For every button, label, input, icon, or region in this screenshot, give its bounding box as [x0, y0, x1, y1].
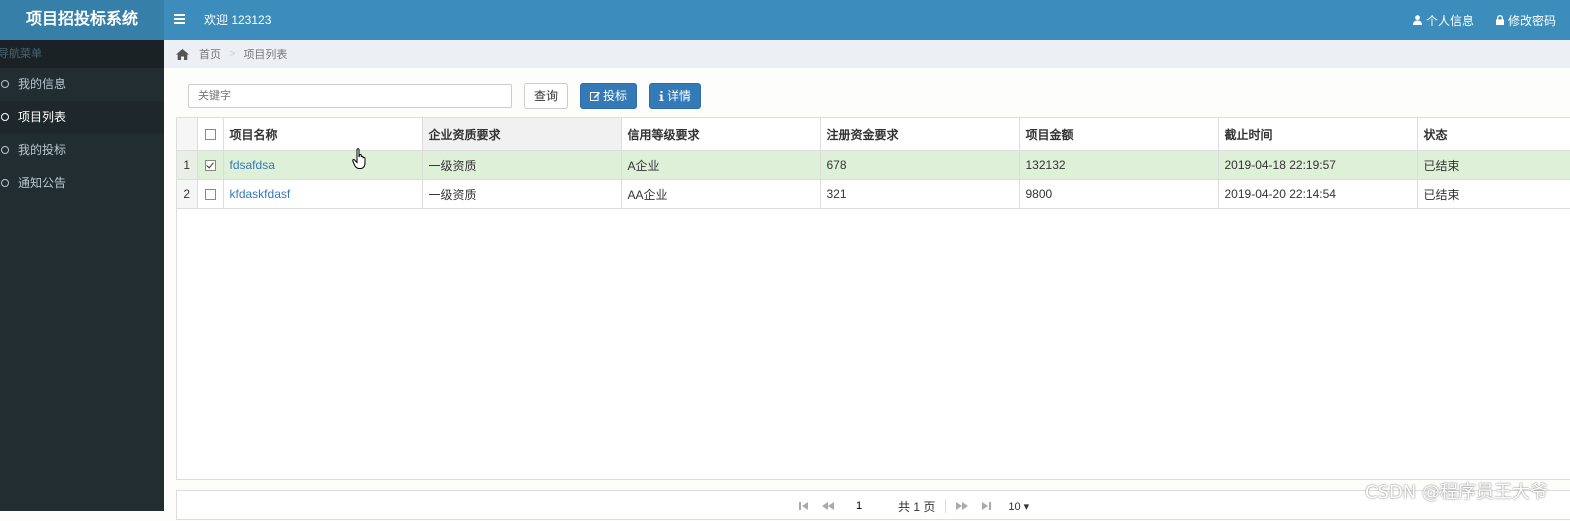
sidebar-item-label: 我的信息 [18, 77, 67, 91]
search-button[interactable]: 查询 [524, 83, 569, 109]
page-number-input[interactable] [854, 496, 894, 516]
app-logo-title[interactable]: 项目招投标系统 [0, 0, 164, 40]
circle-icon [1, 80, 9, 88]
sidebar-item-my-bids[interactable]: 我的投标 [0, 134, 164, 167]
profile-link-label: 个人信息 [1425, 13, 1474, 28]
table-header-row: 项目名称 企业资质要求 信用等级要求 注册资金要求 项目金额 截止时间 状态 [177, 118, 1570, 151]
project-name-link[interactable]: fdsafdsa [230, 158, 275, 172]
breadcrumb-separator: > [229, 48, 236, 60]
select-all-checkbox[interactable] [197, 118, 224, 151]
breadcrumb-current: 项目列表 [243, 49, 288, 61]
info-icon [659, 91, 664, 101]
sidebar-item-label: 项目列表 [18, 110, 67, 124]
sidebar-header: 导航菜单 [0, 40, 164, 68]
status-cell: 已结束 [1417, 179, 1570, 209]
prev-page-icon[interactable] [822, 500, 834, 512]
change-password-link[interactable]: 修改密码 [1495, 12, 1556, 29]
menu-toggle-icon[interactable] [172, 12, 188, 28]
status-cell: 已结束 [1417, 150, 1570, 180]
edit-icon [590, 92, 601, 101]
row-number: 2 [177, 179, 198, 209]
next-page-icon[interactable] [956, 500, 969, 512]
rownum-header [177, 118, 198, 151]
sidebar-item-announcements[interactable]: 通知公告 [0, 167, 164, 200]
column-header-amount[interactable]: 项目金额 [1019, 118, 1219, 151]
capital-cell: 321 [820, 179, 1020, 209]
qualification-cell: 一级资质 [422, 179, 622, 209]
user-nav: 个人信息 修改密码 [1391, 0, 1556, 40]
column-header-qualification[interactable]: 企业资质要求 [422, 118, 622, 151]
first-page-icon[interactable] [798, 500, 810, 512]
keyword-search-input[interactable] [188, 84, 512, 108]
qualification-cell: 一级资质 [422, 150, 622, 180]
home-icon[interactable] [176, 48, 189, 60]
credit-cell: A企业 [621, 150, 821, 180]
main-content: 首页 > 项目列表 查询 投标 详情 项目名称 企业资质 [164, 40, 1570, 520]
csdn-watermark: CSDN @程序员王大爷 [1364, 482, 1548, 503]
project-name-link[interactable]: kfdaskfdasf [230, 187, 291, 201]
circle-icon [1, 113, 9, 121]
bid-button[interactable]: 投标 [580, 83, 638, 109]
column-header-name[interactable]: 项目名称 [223, 118, 423, 151]
credit-cell: AA企业 [621, 179, 821, 209]
deadline-cell: 2019-04-18 22:19:57 [1218, 150, 1418, 180]
column-header-deadline[interactable]: 截止时间 [1218, 118, 1418, 151]
sidebar-item-label: 我的投标 [18, 143, 67, 157]
column-header-status[interactable]: 状态 [1417, 118, 1570, 151]
sidebar-item-label: 通知公告 [18, 176, 67, 190]
breadcrumb: 首页 > 项目列表 [164, 40, 1570, 68]
change-password-label: 修改密码 [1507, 13, 1556, 28]
row-number: 1 [177, 150, 198, 180]
project-table: 项目名称 企业资质要求 信用等级要求 注册资金要求 项目金额 截止时间 状态 1… [176, 117, 1570, 480]
column-header-credit[interactable]: 信用等级要求 [621, 118, 821, 151]
hand-cursor-icon [352, 148, 366, 169]
top-navbar: 项目招投标系统 欢迎 123123 个人信息 修改密码 [0, 0, 1570, 40]
pagination-controls: 共 1 页 10 ▾ [792, 491, 1029, 521]
sidebar: 导航菜单 我的信息 项目列表 我的投标 通知公告 [0, 40, 164, 511]
sidebar-item-my-info[interactable]: 我的信息 [0, 68, 164, 101]
bid-button-label: 投标 [603, 89, 628, 103]
breadcrumb-home[interactable]: 首页 [199, 46, 221, 62]
table-row[interactable]: 1 fdsafdsa 一级资质 A企业 678 132132 2019-04-1… [177, 150, 1570, 180]
table-row[interactable]: 2 kfdaskfdasf 一级资质 AA企业 321 9800 2019-04… [177, 179, 1570, 209]
amount-cell: 132132 [1019, 150, 1219, 180]
amount-cell: 9800 [1019, 179, 1219, 209]
last-page-icon[interactable] [980, 500, 992, 512]
row-checkbox[interactable] [197, 150, 224, 180]
circle-icon [1, 146, 9, 154]
circle-icon [1, 179, 9, 187]
detail-button-label: 详情 [667, 89, 692, 103]
column-header-capital[interactable]: 注册资金要求 [820, 118, 1020, 151]
capital-cell: 678 [820, 150, 1020, 180]
sidebar-item-project-list[interactable]: 项目列表 [0, 101, 164, 134]
total-pages-text: 共 1 页 [898, 499, 936, 514]
row-checkbox[interactable] [197, 179, 224, 209]
welcome-text: 欢迎 123123 [204, 13, 272, 27]
detail-button[interactable]: 详情 [649, 83, 702, 109]
deadline-cell: 2019-04-20 22:14:54 [1218, 179, 1418, 209]
profile-link[interactable]: 个人信息 [1412, 12, 1474, 29]
lock-icon [1495, 15, 1504, 25]
toolbar: 查询 投标 详情 [188, 82, 702, 110]
pagination-bar: 共 1 页 10 ▾ [176, 490, 1570, 520]
user-icon [1412, 15, 1422, 25]
